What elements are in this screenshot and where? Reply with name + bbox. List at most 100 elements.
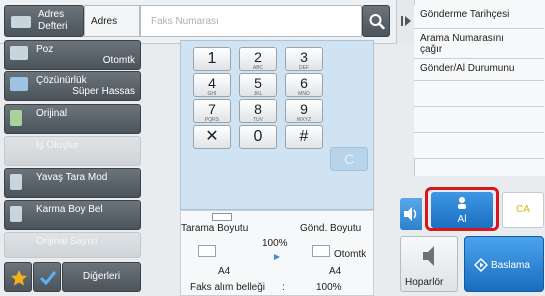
start-icon [474, 258, 488, 272]
confirm-button[interactable] [33, 262, 61, 292]
right-panel-toggle[interactable] [396, 0, 414, 44]
keypad-key-digit: # [299, 128, 309, 145]
search-button[interactable] [362, 5, 390, 37]
right-list-item[interactable]: Gönderme Tarihçesi [414, 5, 544, 29]
resolution-value: Süper Hassas [72, 86, 135, 97]
slow-scan-button[interactable]: Yavaş Tara Mod [4, 168, 141, 198]
speaker-volume-icon [404, 207, 417, 221]
favorite-button[interactable] [4, 262, 32, 292]
scan-paper-icon [198, 245, 216, 257]
keypad-key[interactable]: # [285, 125, 323, 149]
ca-button[interactable]: CA [502, 192, 544, 228]
address-tab[interactable]: Adres [84, 5, 140, 37]
keypad-key-letters: ABC [252, 65, 264, 71]
address-book-button[interactable]: Adres Defteri [4, 5, 84, 37]
address-book-icon [11, 16, 31, 28]
keypad-key-digit: 2 [254, 49, 262, 65]
keypad-key-letters: PQRS [204, 117, 220, 123]
keypad-key-letters: MNO [298, 91, 310, 97]
keypad-key[interactable]: 8 TUV [239, 99, 277, 123]
original-icon [10, 110, 22, 126]
receive-label: Al [457, 214, 467, 225]
resolution-button[interactable]: Çözünürlük Süper Hassas [4, 71, 141, 101]
volume-button[interactable] [400, 198, 422, 230]
exposure-value: Otomtk [102, 55, 135, 66]
keypad-key-letters: JKL [253, 91, 263, 97]
others-label: Diğerleri [82, 271, 121, 282]
speaker-icon [423, 246, 434, 266]
speaker-button[interactable]: Hoparlör [400, 236, 458, 292]
chevron-right-icon [401, 16, 411, 26]
keypad-key[interactable]: 4 GHI [193, 73, 231, 97]
job-build-button[interactable]: İş Oluştur [4, 136, 141, 166]
search-icon [369, 14, 385, 30]
original-count-button[interactable]: Orijinal Sayısı [4, 232, 141, 258]
keypad-key-digit: 4 [208, 75, 216, 91]
receive-icon [458, 197, 466, 209]
keypad-key-digit: 9 [300, 101, 308, 117]
keypad-key[interactable]: 6 MNO [285, 73, 323, 97]
exposure-icon [10, 46, 28, 60]
right-list-item[interactable]: Arama Numarasını çağır [414, 29, 544, 59]
clear-key[interactable]: C [330, 147, 368, 171]
keypad-key-digit: ✕ [205, 128, 219, 145]
send-size-mode: Otomtk [334, 249, 367, 260]
star-icon [11, 270, 27, 286]
scanner-icon [212, 213, 232, 221]
speaker-label: Hoparlör [405, 277, 444, 288]
address-tab-label: Adres [91, 16, 118, 27]
keypad-key[interactable]: 5 JKL [239, 73, 277, 97]
arrow-right-icon [274, 254, 280, 260]
keypad-key-digit: 7 [208, 101, 216, 117]
original-count-title: Orijinal Sayısı [36, 236, 98, 247]
keypad-key[interactable]: 3 DEF [285, 47, 323, 71]
original-button[interactable]: Orijinal [4, 104, 141, 134]
mixed-size-button[interactable]: Karma Boy Bel [4, 200, 141, 230]
memory-label: Faks alım belleği [190, 282, 266, 293]
start-label: Baslama [491, 260, 530, 271]
slow-scan-title: Yavaş Tara Mod [36, 172, 108, 183]
right-list-item[interactable] [414, 81, 544, 107]
job-build-title: İş Oluştur [36, 140, 79, 151]
keypad-key-digit: 5 [254, 75, 262, 91]
keypad-key-letters: GHI [207, 91, 217, 97]
check-icon [39, 271, 57, 286]
right-list-item[interactable] [414, 133, 544, 159]
keypad-key-digit: 0 [253, 128, 263, 145]
keypad-key-digit: 8 [254, 101, 262, 117]
memory-separator: : [282, 282, 285, 293]
keypad-key[interactable]: 0 [239, 125, 277, 149]
exposure-title: Poz [36, 44, 54, 55]
keypad-key[interactable]: 7 PQRS [193, 99, 231, 123]
send-size-value: A4 [329, 266, 342, 277]
send-paper-icon [312, 245, 330, 257]
keypad-key[interactable]: 2 ABC [239, 47, 277, 71]
clear-key-label: C [343, 151, 355, 167]
keypad-key[interactable]: 1 [193, 47, 231, 71]
keypad-key-digit: 6 [300, 75, 308, 91]
receive-button[interactable]: Al [431, 192, 493, 228]
resolution-title: Çözünürlük [36, 75, 87, 86]
ratio-value: 100% [262, 238, 288, 249]
start-button[interactable]: Baslama [464, 236, 544, 292]
right-list-item[interactable]: Gönder/Al Durumunu [414, 59, 544, 81]
keypad-key[interactable]: ✕ [193, 125, 231, 149]
keypad-key-digit: 1 [207, 50, 217, 67]
mixed-size-icon [10, 206, 22, 222]
ca-label: CA [516, 204, 530, 215]
scan-size-label: Tarama Boyutu [181, 223, 249, 234]
send-size-label: Gönd. Boyutu [300, 223, 362, 234]
others-button[interactable]: Diğerleri [62, 262, 141, 292]
keypad-key-letters: WXYZ [296, 117, 312, 123]
fax-number-placeholder: Faks Numarası [151, 16, 219, 27]
right-list-item[interactable] [414, 107, 544, 133]
original-title: Orijinal [36, 108, 68, 119]
exposure-button[interactable]: Poz Otomtk [4, 40, 141, 70]
keypad-key-digit: 3 [300, 49, 308, 65]
keypad-key-letters: DEF [299, 65, 309, 71]
mixed-size-title: Karma Boy Bel [36, 204, 103, 215]
keypad-key[interactable]: 9 WXYZ [285, 99, 323, 123]
memory-value: 100% [316, 282, 342, 293]
fax-number-input[interactable]: Faks Numarası [140, 5, 362, 37]
keypad-key-letters: TUV [253, 117, 263, 123]
